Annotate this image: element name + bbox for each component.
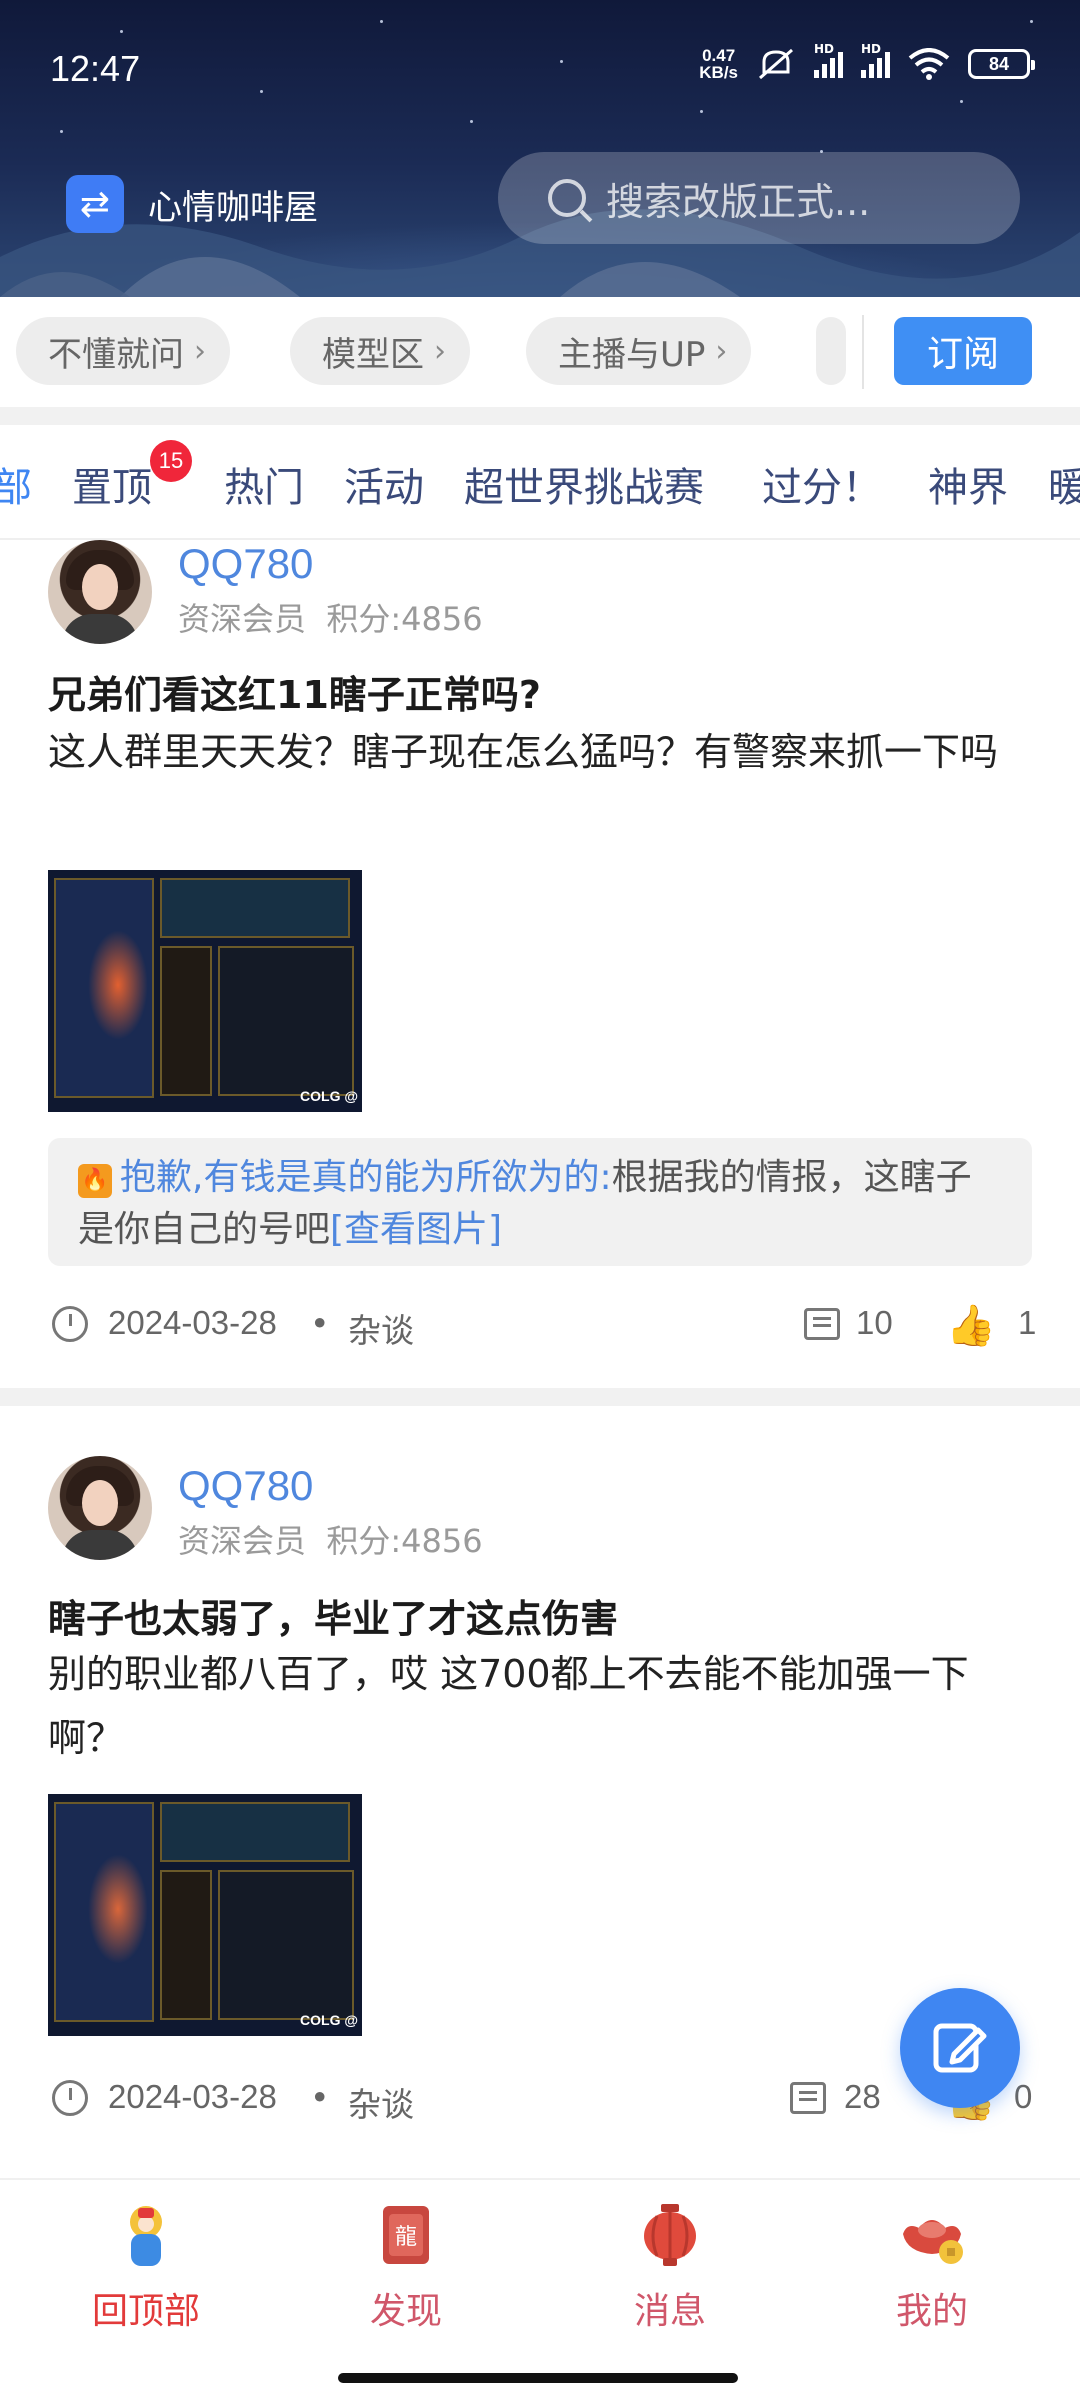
search-icon (548, 179, 586, 217)
status-bar: 12:47 0.47 KB/s HD HD 84 (0, 0, 1080, 140)
image-watermark: COLG @ (300, 1088, 358, 1104)
tab-partial-left[interactable]: 部 (0, 455, 32, 513)
post-date: 2024-03-28 (108, 2078, 277, 2115)
post-category[interactable]: 杂谈 (348, 2078, 414, 2126)
post-title[interactable]: 瞎子也太弱了，毕业了才这点伤害 (48, 1588, 618, 1643)
nav-back-to-top[interactable]: 回顶部 (46, 2200, 246, 2334)
comment-count: 10 (856, 1304, 893, 1341)
reply-username[interactable]: 抱歉,有钱是真的能为所欲为的: (120, 1157, 612, 1198)
post-date: 2024-03-28 (108, 1304, 277, 1341)
post-separator (0, 1388, 1080, 1406)
nav-messages[interactable]: 消息 (570, 2200, 770, 2334)
chevron-right-icon: › (194, 333, 206, 369)
like-count: 1 (1018, 1304, 1037, 1341)
home-indicator[interactable] (338, 2373, 738, 2383)
tab-hot[interactable]: 热门 (224, 455, 304, 513)
username[interactable]: QQ780 (178, 540, 313, 588)
network-speed: 0.47 KB/s (699, 46, 738, 82)
post-body[interactable]: 别的职业都八百了，哎 这700都上不去能不能加强一下啊？ (48, 1642, 1038, 1770)
divider (862, 315, 864, 389)
search-input[interactable]: 搜索改版正式... (498, 152, 1020, 244)
forum-name: 心情咖啡屋 (148, 188, 318, 228)
comment-icon[interactable] (804, 1308, 840, 1340)
clock-icon (52, 2080, 88, 2116)
pinned-count-badge: 15 (150, 440, 192, 482)
post-body[interactable]: 这人群里天天发？瞎子现在怎么猛吗？有警察来抓一下吗 (48, 720, 1038, 784)
subforum-chips: 不懂就问 › 模型区 › 主播与UP › 订阅 (0, 297, 1080, 407)
fire-icon: 🔥 (78, 1164, 112, 1198)
tab-shenjie[interactable]: 神界 (928, 455, 1008, 513)
svg-text:龍: 龍 (395, 2225, 417, 2250)
tab-pinned[interactable]: 置顶 (72, 455, 152, 513)
view-image-link[interactable]: [查看图片] (330, 1209, 502, 1250)
chip-zhubo-up[interactable]: 主播与UP › (526, 317, 752, 385)
chip-buddongjiuwen[interactable]: 不懂就问 › (16, 317, 230, 385)
tab-partial-right[interactable]: 暖 (1048, 455, 1080, 513)
post-footer: 2024-03-28 • 杂谈 10 👍 1 (48, 1300, 1036, 1352)
edit-icon (933, 2023, 987, 2073)
image-watermark: COLG @ (300, 2012, 358, 2028)
hot-reply[interactable]: 🔥 抱歉,有钱是真的能为所欲为的:根据我的情报，这瞎子是你自己的号吧[查看图片] (48, 1138, 1032, 1266)
clock-time: 12:47 (50, 48, 141, 89)
back-to-top-mascot-icon (111, 2200, 181, 2270)
user-meta: 资深会员 积分:4856 (178, 600, 483, 638)
comment-count: 28 (844, 2078, 881, 2115)
clock-icon (52, 1306, 88, 1342)
compose-post-button[interactable] (900, 1988, 1020, 2108)
separator-dot: • (310, 2078, 330, 2117)
post-title[interactable]: 兄弟们看这红11瞎子正常吗? (48, 664, 541, 719)
post-image[interactable]: COLG @ (48, 870, 362, 1112)
mute-bell-icon (759, 48, 793, 80)
wifi-icon (908, 48, 950, 80)
gold-ingot-icon (897, 2200, 967, 2270)
signal-icon-2: HD (861, 42, 890, 78)
signal-icon-1: HD (814, 42, 843, 78)
discover-dragon-icon: 龍 (371, 2200, 441, 2270)
comment-icon[interactable] (790, 2082, 826, 2114)
switch-forum-icon[interactable]: ⇄ (66, 175, 124, 233)
user-meta: 资深会员 积分:4856 (178, 1522, 483, 1560)
chip-partial[interactable] (816, 317, 846, 385)
avatar[interactable] (48, 1456, 152, 1560)
chevron-right-icon: › (715, 333, 728, 369)
chip-moxingqu[interactable]: 模型区 › (290, 317, 470, 385)
post-footer: 2024-03-28 • 杂谈 28 👍 0 (48, 2074, 1032, 2124)
tab-too-much[interactable]: 过分！ (762, 455, 882, 513)
nav-discover[interactable]: 龍 发现 (306, 2200, 506, 2334)
like-icon[interactable]: 👍 (946, 1302, 996, 1349)
section-separator (0, 407, 1080, 425)
post-category[interactable]: 杂谈 (348, 1304, 414, 1352)
chevron-right-icon: › (434, 333, 446, 369)
post-image[interactable]: COLG @ (48, 1794, 362, 2036)
subscribe-button[interactable]: 订阅 (894, 317, 1032, 385)
post-card[interactable]: QQ780 资深会员 积分:4856 兄弟们看这红11瞎子正常吗? 这人群里天天… (0, 540, 1080, 1388)
separator-dot: • (310, 1304, 330, 1343)
search-placeholder: 搜索改版正式... (606, 179, 871, 224)
nav-profile[interactable]: 我的 (832, 2200, 1032, 2334)
username[interactable]: QQ780 (178, 1462, 313, 1510)
tab-events[interactable]: 活动 (344, 455, 424, 513)
lantern-icon (635, 2200, 705, 2270)
tab-super-world-challenge[interactable]: 超世界挑战赛 (464, 455, 704, 513)
battery-icon: 84 (968, 49, 1035, 79)
avatar[interactable] (48, 540, 152, 644)
bottom-navigation: 回顶部 龍 发现 消息 我的 (0, 2178, 1080, 2400)
like-count: 0 (1014, 2078, 1033, 2115)
